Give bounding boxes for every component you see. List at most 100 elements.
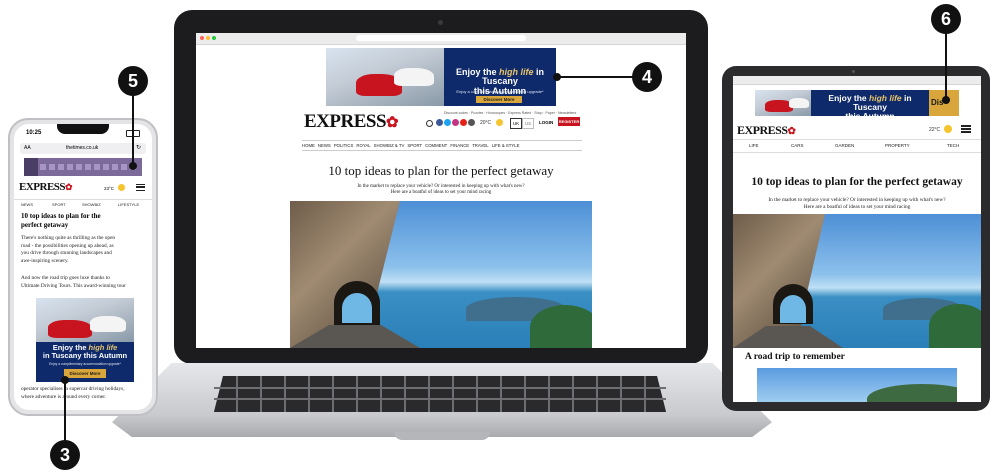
youtube-icon[interactable] xyxy=(460,119,467,126)
nav-item[interactable]: CARS xyxy=(791,140,804,152)
menu-icon[interactable] xyxy=(136,184,145,191)
ad-subline: Enjoy a complimentary accommodation upgr… xyxy=(49,362,121,366)
article-subhead: A road trip to remember xyxy=(745,352,845,362)
callout-5-dot xyxy=(129,162,137,170)
callout-6-dot xyxy=(942,96,950,104)
nav-item[interactable]: LIFE xyxy=(749,140,759,152)
menu-icon[interactable] xyxy=(961,125,971,133)
instagram-icon[interactable] xyxy=(452,119,459,126)
callout-6-badge: 6 xyxy=(931,4,961,34)
article-hero-image xyxy=(290,201,592,348)
phone-url-bar[interactable]: AA thetimes.co.uk ↻ xyxy=(20,143,146,154)
express-logo[interactable]: EXPRESS✿ xyxy=(19,181,73,193)
laptop-banner-ad[interactable]: Enjoy the high life in Tuscany this Autum… xyxy=(326,48,556,106)
window-close-dot[interactable] xyxy=(200,36,204,40)
social-icons xyxy=(436,119,476,127)
login-link[interactable]: LOGIN xyxy=(539,120,553,125)
twitter-icon[interactable] xyxy=(444,119,451,126)
nav-item[interactable]: HOME xyxy=(302,141,315,150)
callout-3-dot xyxy=(61,376,69,384)
ad-headline: Enjoy the high life in Tuscany this Autum… xyxy=(828,93,912,116)
nav-item[interactable]: FINANCE xyxy=(450,141,469,150)
laptop-keyboard xyxy=(214,376,666,412)
region-us[interactable]: US xyxy=(522,118,534,129)
article-hero-image xyxy=(733,214,981,348)
nav-item[interactable]: TRAVEL xyxy=(472,141,488,150)
nav-item[interactable]: NEWS xyxy=(318,141,331,150)
ad-car-photo xyxy=(36,298,134,342)
nav-item[interactable]: TECH xyxy=(947,140,959,152)
phone-inline-ad[interactable]: Enjoy the high life in Tuscany this Autum… xyxy=(36,298,134,382)
nav-item[interactable]: LIFE & STYLE xyxy=(492,141,520,150)
laptop-screen: Enjoy the high life in Tuscany this Autum… xyxy=(196,33,686,348)
ad-headline: Enjoy the high life in Tuscany this Autum… xyxy=(42,343,128,360)
register-button[interactable]: REGISTER xyxy=(558,117,580,126)
reload-icon[interactable]: ↻ xyxy=(136,144,141,151)
nav-item[interactable]: LIFESTYLE xyxy=(118,200,139,209)
ad-discover-button[interactable]: Discover More xyxy=(476,96,522,103)
phone-nav: NEWS SPORT SHOWBIZ LIFESTYLE xyxy=(14,199,152,209)
facebook-icon[interactable] xyxy=(436,119,443,126)
url-text[interactable]: thetimes.co.uk xyxy=(66,145,98,151)
tablet-browser-toolbar xyxy=(733,76,981,85)
article-paragraph: And now the road trip goes luxe thanks t… xyxy=(21,275,126,289)
weather-temp: 23°C xyxy=(104,186,115,191)
callout-5-badge: 5 xyxy=(118,66,148,96)
callout-5-leader xyxy=(132,92,134,166)
nav-item[interactable]: POLITICS xyxy=(334,141,354,150)
nav-item[interactable]: SPORT xyxy=(407,141,422,150)
callout-4-dot xyxy=(553,73,561,81)
sun-icon xyxy=(118,184,125,191)
article-title: 10 top ideas to plan for the perfect get… xyxy=(328,163,554,178)
callout-4-badge: 4 xyxy=(632,62,662,92)
article-title: 10 top ideas to plan for the perfect get… xyxy=(751,176,963,188)
region-uk[interactable]: UK xyxy=(510,118,522,129)
laptop-trackpad-notch xyxy=(394,432,490,440)
window-min-dot[interactable] xyxy=(206,36,210,40)
nav-item[interactable]: SPORT xyxy=(52,200,66,209)
sun-icon xyxy=(496,119,503,126)
express-logo[interactable]: EXPRESS✿ xyxy=(304,111,399,133)
search-icon[interactable] xyxy=(426,120,433,127)
tablet-camera xyxy=(852,70,855,73)
callout-4-leader xyxy=(556,76,634,78)
laptop-nav: HOME NEWS POLITICS ROYAL SHOWBIZ & TV SP… xyxy=(302,140,582,151)
top-links[interactable]: Discount codes · Puzzles · Horoscopes · … xyxy=(444,111,576,115)
tablet-banner-ad[interactable]: Enjoy the high life in Tuscany this Autum… xyxy=(755,90,959,116)
callout-6-leader xyxy=(945,30,947,100)
ad-discover-button[interactable]: Discover More xyxy=(64,369,106,378)
article-paragraph: There's nothing quite as thrilling as th… xyxy=(21,235,116,265)
phone-notch xyxy=(57,124,109,134)
ad-car-photo xyxy=(326,48,444,106)
callout-3-badge: 3 xyxy=(50,440,80,470)
sun-icon xyxy=(944,125,952,133)
weather-temp: 22°C xyxy=(929,127,941,133)
nav-item[interactable]: NEWS xyxy=(21,200,33,209)
article-standfirst: In the market to replace your vehicle? O… xyxy=(768,197,946,210)
nav-item[interactable]: SHOWBIZ xyxy=(82,200,101,209)
site-header: EXPRESS✿ Discount codes · Puzzles · Horo… xyxy=(196,109,686,137)
email-icon[interactable] xyxy=(468,119,475,126)
callout-3-leader xyxy=(64,380,66,446)
article-title: 10 top ideas to plan for the perfect geta… xyxy=(21,212,101,229)
tablet-screen: Enjoy the high life in Tuscany this Autum… xyxy=(733,76,981,402)
weather-temp: 20°C xyxy=(480,120,492,126)
article-paragraph: operator specialises in supercar driving… xyxy=(21,386,125,400)
laptop-camera xyxy=(438,20,443,25)
window-max-dot[interactable] xyxy=(212,36,216,40)
browser-toolbar xyxy=(196,33,686,45)
nav-item[interactable]: SHOWBIZ & TV xyxy=(374,141,405,150)
address-bar[interactable] xyxy=(356,35,526,41)
tablet-nav: LIFE CARS GARDEN PROPERTY TECH xyxy=(733,139,981,153)
article-standfirst: In the market to replace your vehicle? O… xyxy=(357,184,525,195)
article-second-image xyxy=(757,368,957,402)
nav-item[interactable]: PROPERTY xyxy=(885,140,910,152)
nav-item[interactable]: COMMENT xyxy=(425,141,447,150)
ad-subline: Enjoy a complimentary accommodation upgr… xyxy=(456,89,544,94)
ad-car-photo xyxy=(755,90,811,116)
nav-item[interactable]: ROYAL xyxy=(356,141,370,150)
phone-top-ad[interactable] xyxy=(24,158,142,176)
nav-item[interactable]: GARDEN xyxy=(835,140,854,152)
express-logo[interactable]: EXPRESS✿ xyxy=(737,123,796,138)
text-size-control[interactable]: AA xyxy=(24,145,31,151)
